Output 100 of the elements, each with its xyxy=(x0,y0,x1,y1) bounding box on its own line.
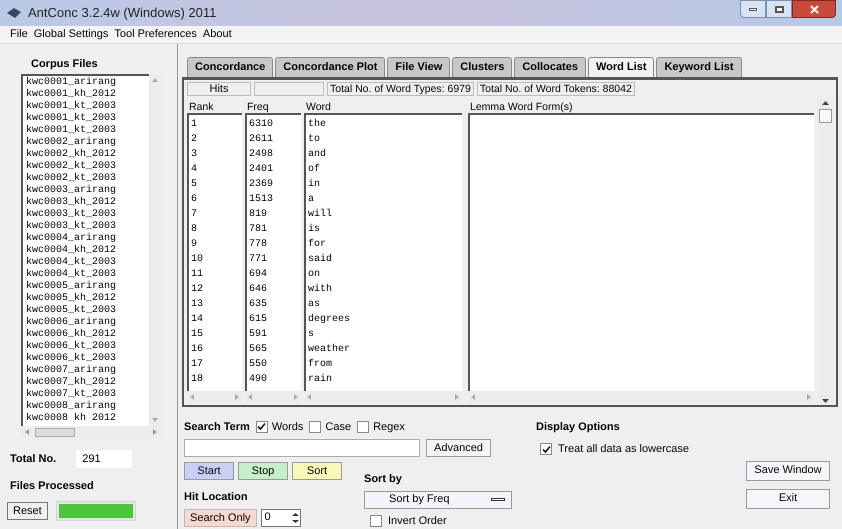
corpus-file-entry[interactable]: kwc0006_kt_2003 xyxy=(26,341,149,353)
table-cell-text: rain xyxy=(308,372,334,386)
minimize-button[interactable] xyxy=(740,0,766,18)
corpus-file-entry[interactable]: kwc0006_kh_2012 xyxy=(26,329,149,341)
right-arrow-icon xyxy=(455,394,459,400)
table-cell-text: the xyxy=(308,118,328,132)
action-button[interactable]: Start xyxy=(184,462,234,480)
table-cell-text: 694 xyxy=(249,268,268,282)
corpus-file-entry[interactable]: kwc0008 kh 2012 xyxy=(26,413,149,425)
scroll-thumb[interactable] xyxy=(818,108,832,122)
corpus-file-entry[interactable]: kwc0002_kt_2003 xyxy=(26,161,149,173)
menu-item[interactable]: Tool Preferences xyxy=(114,26,197,42)
table-cell-text: weather xyxy=(308,342,352,356)
table-cell-text: in xyxy=(308,178,322,192)
table-cell-text: 565 xyxy=(249,342,268,356)
corpus-file-entry[interactable]: kwc0001_kh_2012 xyxy=(26,89,149,101)
corpus-file-entry[interactable]: kwc0006_kt_2003 xyxy=(26,353,149,365)
corpus-file-entry[interactable]: kwc0004_kt_2003 xyxy=(26,269,149,281)
corpus-file-entry[interactable]: kwc0006_arirang xyxy=(26,317,149,329)
number-spinner[interactable]: 0 xyxy=(260,508,301,526)
sort-dropdown[interactable]: Sort by Freq xyxy=(364,490,512,508)
corpus-file-entry[interactable]: kwc0003_kt_2003 xyxy=(26,209,149,221)
tab[interactable]: Concordance Plot xyxy=(275,56,386,76)
corpus-file-entry[interactable]: kwc0001_kt_2003 xyxy=(26,101,149,113)
table-cell-text: 2401 xyxy=(249,162,274,176)
tab[interactable]: Clusters xyxy=(452,56,512,76)
corpus-file-entry[interactable]: kwc0005_arirang xyxy=(26,281,149,293)
menu-item[interactable]: File xyxy=(10,26,28,42)
corpus-file-entry[interactable]: kwc0002_kt_2003 xyxy=(26,173,149,185)
tab[interactable]: Keyword List xyxy=(656,56,742,76)
vertical-scrollbar[interactable] xyxy=(817,98,833,402)
horizontal-scrollbar[interactable] xyxy=(187,390,242,402)
menu-item[interactable]: About xyxy=(202,26,232,42)
checkbox[interactable] xyxy=(309,420,322,433)
window-button[interactable]: Exit xyxy=(746,488,830,508)
table-cell-text: to xyxy=(308,132,322,146)
hits-value xyxy=(254,82,324,96)
tab[interactable]: File View xyxy=(387,56,450,76)
table-cell-text: 17 xyxy=(191,358,204,372)
tab[interactable]: Concordance xyxy=(187,56,274,76)
menu-item[interactable]: Global Settings xyxy=(34,26,108,42)
corpus-file-entry[interactable]: kwc0005_kh_2012 xyxy=(26,293,149,305)
checkbox[interactable] xyxy=(357,420,370,433)
corpus-file-entry[interactable]: kwc0007_arirang xyxy=(26,365,149,377)
checkbox[interactable] xyxy=(540,443,552,456)
corpus-file-entry[interactable]: kwc0003_kh_2012 xyxy=(26,197,149,209)
corpus-file-entry[interactable]: kwc0005_kt_2003 xyxy=(26,305,149,317)
table-cell-text: 1513 xyxy=(249,192,274,206)
table-cell-text: said xyxy=(308,252,334,266)
table-cell-text: 771 xyxy=(249,252,268,266)
corpus-file-entry[interactable]: kwc0001_kt_2003 xyxy=(26,125,149,137)
action-button[interactable]: Stop xyxy=(238,462,288,480)
tab[interactable]: Word List xyxy=(588,56,654,76)
table-cell-text: 10 xyxy=(191,252,204,266)
word-types-count: Total No. of Word Types: 6979 xyxy=(327,82,474,96)
corpus-file-entry[interactable]: kwc0007_kt_2003 xyxy=(26,389,149,401)
corpus-file-entry[interactable]: kwc0007_kh_2012 xyxy=(26,377,149,389)
table-cell-text: 781 xyxy=(249,222,268,236)
left-arrow-icon xyxy=(471,394,475,400)
search-term-label: Search Term xyxy=(184,420,250,434)
checkbox[interactable] xyxy=(370,514,382,527)
table-cell-text: 615 xyxy=(249,312,268,326)
maximize-button[interactable] xyxy=(766,0,792,18)
table-cell-text: 591 xyxy=(249,328,268,342)
corpus-file-entry[interactable]: kwc0002_kh_2012 xyxy=(26,149,149,161)
checkbox[interactable] xyxy=(256,420,268,433)
corpus-file-entry[interactable]: kwc0004_kt_2003 xyxy=(26,257,149,269)
advanced-button[interactable]: Advanced xyxy=(426,439,491,457)
window-button[interactable]: Save Window xyxy=(746,460,830,480)
table-cell-text: 490 xyxy=(249,372,268,386)
corpus-file-entry[interactable]: kwc0008_arirang xyxy=(26,401,149,413)
table-cell-text: 7 xyxy=(191,208,198,222)
scroll-thumb[interactable] xyxy=(35,428,75,436)
corpus-file-entry[interactable]: kwc0004_kh_2012 xyxy=(26,245,149,257)
action-button[interactable]: Sort xyxy=(292,462,342,480)
corpus-file-entry[interactable]: kwc0001_arirang xyxy=(26,77,149,89)
left-arrow-icon xyxy=(248,394,252,400)
right-arrow-icon xyxy=(153,429,157,435)
table-cell-text: 635 xyxy=(249,298,268,312)
search-field[interactable] xyxy=(184,439,420,457)
table-cell-text: with xyxy=(308,282,334,296)
corpus-file-entry[interactable]: kwc0003_kt_2003 xyxy=(26,221,149,233)
files-processed-label: Files Processed xyxy=(10,479,95,494)
checkbox-label: Treat all data as lowercase xyxy=(558,442,690,457)
corpus-file-entry[interactable]: kwc0004_arirang xyxy=(26,233,149,245)
corpus-file-entry[interactable]: kwc0002_arirang xyxy=(26,137,149,149)
down-arrow-icon xyxy=(152,418,158,422)
display-options-label: Display Options xyxy=(536,420,621,434)
left-arrow-icon xyxy=(307,394,311,400)
spinner-value: 0 xyxy=(264,510,271,526)
search-only-button[interactable]: Search Only xyxy=(184,508,257,526)
corpus-file-entry[interactable]: kwc0003_arirang xyxy=(26,185,149,197)
right-arrow-icon xyxy=(235,394,239,400)
corpus-file-entry[interactable]: kwc0001_kt_2003 xyxy=(26,113,149,125)
word-tokens-count: Total No. of Word Tokens: 88042 xyxy=(476,82,635,96)
reset-button[interactable]: Reset xyxy=(7,502,48,520)
check-icon xyxy=(257,422,266,432)
tab[interactable]: Collocates xyxy=(514,56,586,76)
close-button[interactable] xyxy=(792,0,836,18)
table-cell-text: 2369 xyxy=(249,178,274,192)
